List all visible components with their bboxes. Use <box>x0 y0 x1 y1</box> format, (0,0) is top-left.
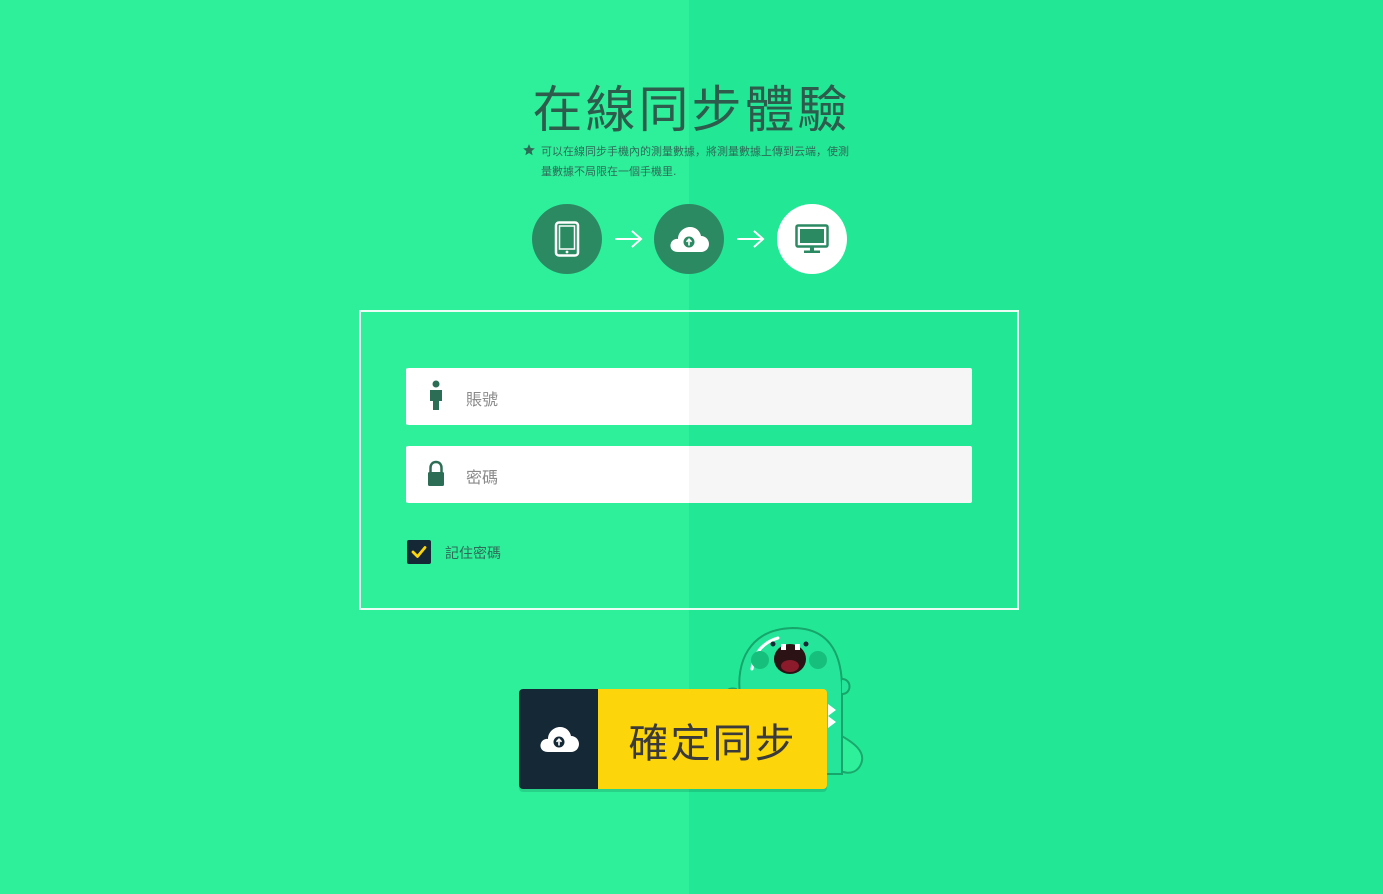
star-icon <box>523 144 535 156</box>
description-text: 可以在線同步手機內的測量數據，將測量數據上傳到云端，使測量數據不局限在一個手機里… <box>541 145 849 178</box>
step-computer <box>777 204 847 274</box>
confirm-sync-button[interactable]: 確定同步 <box>519 689 827 789</box>
remember-label: 記住密碼 <box>445 546 501 562</box>
remember-checkbox[interactable] <box>407 540 431 564</box>
lock-icon <box>428 460 444 486</box>
arrow-right-icon <box>615 230 643 248</box>
sync-flow-steps <box>532 204 852 274</box>
step-cloud <box>654 204 724 274</box>
page-title: 在線同步體驗 <box>532 81 851 139</box>
cloud-upload-icon <box>670 227 709 252</box>
sync-button-label: 確定同步 <box>628 721 797 767</box>
monitor-icon <box>795 224 829 253</box>
password-placeholder: 密碼 <box>466 468 499 487</box>
sync-button-icon-area <box>519 689 598 789</box>
tablet-icon <box>554 221 580 257</box>
cloud-upload-icon <box>539 727 579 752</box>
step-phone <box>532 204 602 274</box>
arrow-right-icon <box>737 230 765 248</box>
check-icon <box>411 546 427 558</box>
user-icon <box>430 380 442 410</box>
sync-button-label-area: 確定同步 <box>598 689 827 789</box>
password-field[interactable]: 密碼 <box>406 446 972 503</box>
description-block: 可以在線同步手機內的測量數據，將測量數據上傳到云端，使測量數據不局限在一個手機里… <box>522 142 852 182</box>
account-placeholder: 賬號 <box>466 390 499 409</box>
account-field[interactable]: 賬號 <box>406 368 972 425</box>
